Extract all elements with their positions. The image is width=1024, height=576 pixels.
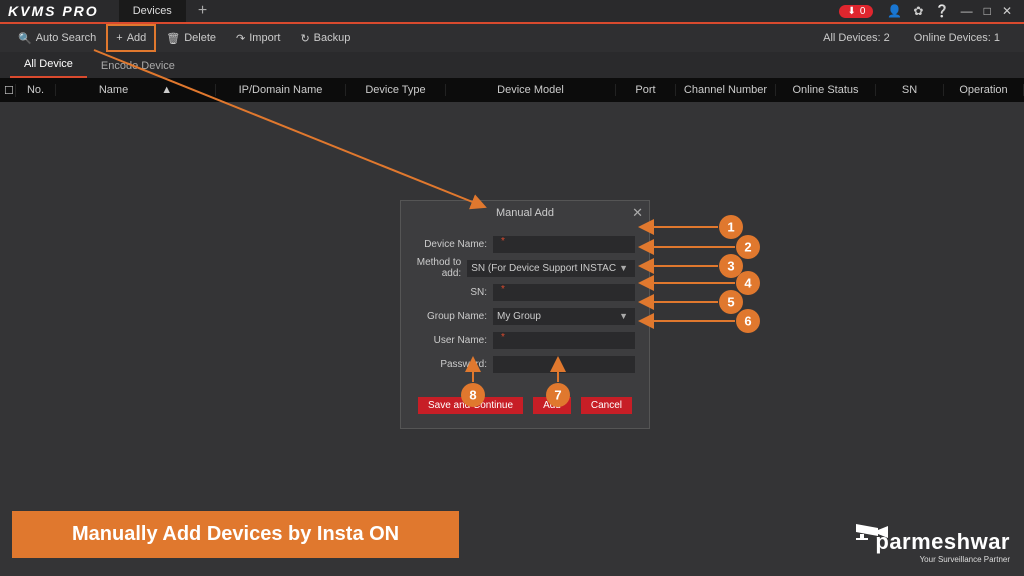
add-button[interactable]: + Add xyxy=(106,24,156,52)
input-device-name[interactable]: * xyxy=(493,236,635,253)
label-username: User Name: xyxy=(415,335,493,346)
auto-search-button[interactable]: 🔍 Auto Search xyxy=(8,24,106,52)
th-name: Name ▲ xyxy=(56,84,216,96)
dialog-body: Device Name: * Method to add: SN (For De… xyxy=(401,225,649,383)
row-password: Password: xyxy=(415,355,635,373)
label-sn: SN: xyxy=(415,287,493,298)
dialog-close-icon[interactable]: ✕ xyxy=(632,205,643,221)
caption-banner: Manually Add Devices by Insta ON xyxy=(12,511,459,558)
window-controls: 👤 ✿ ❔ — □ ✕ xyxy=(883,4,1016,18)
th-ip: IP/Domain Name xyxy=(216,84,346,96)
minimize-icon[interactable]: — xyxy=(961,4,973,18)
row-group: Group Name: My Group ▼ xyxy=(415,307,635,325)
th-checkbox[interactable]: ☐ xyxy=(0,84,16,97)
delete-label: Delete xyxy=(184,32,216,44)
toolbar-stats: All Devices: 2 Online Devices: 1 xyxy=(823,32,1016,44)
help-icon[interactable]: ❔ xyxy=(935,4,950,18)
th-no: No. xyxy=(16,84,56,96)
backup-label: Backup xyxy=(314,32,351,44)
delete-button[interactable]: 🗑 Delete xyxy=(156,24,226,52)
chevron-down-icon: ▼ xyxy=(616,263,631,273)
group-value: My Group xyxy=(497,311,616,322)
titlebar-right: ⬇ 0 👤 ✿ ❔ — □ ✕ xyxy=(839,4,1016,18)
th-sn: SN xyxy=(876,84,944,96)
close-icon[interactable]: ✕ xyxy=(1002,4,1012,18)
import-label: Import xyxy=(249,32,280,44)
manual-add-dialog: Manual Add ✕ Device Name: * Method to ad… xyxy=(400,200,650,429)
table-header: ☐ No. Name ▲ IP/Domain Name Device Type … xyxy=(0,78,1024,102)
titlebar: KVMS PRO Devices + ⬇ 0 👤 ✿ ❔ — □ ✕ xyxy=(0,0,1024,24)
label-group: Group Name: xyxy=(415,311,493,322)
th-status: Online Status xyxy=(776,84,876,96)
row-method: Method to add: SN (For Device Support IN… xyxy=(415,259,635,277)
th-name-text: Name xyxy=(99,84,128,96)
import-button[interactable]: ↷ Import xyxy=(226,24,290,52)
app-logo: KVMS PRO xyxy=(8,3,99,19)
subtab-encode-device[interactable]: Encode Device xyxy=(87,54,189,78)
auto-search-label: Auto Search xyxy=(36,32,97,44)
input-password[interactable] xyxy=(493,356,635,373)
subtab-all-device[interactable]: All Device xyxy=(10,52,87,78)
content-area: Manual Add ✕ Device Name: * Method to ad… xyxy=(0,102,1024,576)
tab-devices[interactable]: Devices xyxy=(119,0,186,22)
save-continue-button[interactable]: Save and Continue xyxy=(418,397,523,414)
label-device-name: Device Name: xyxy=(415,239,493,250)
backup-button[interactable]: ↻ Backup xyxy=(290,24,360,52)
dialog-title: Manual Add xyxy=(496,207,554,219)
add-label: Add xyxy=(127,32,147,44)
watermark: parmeshwar Your Surveillance Partner xyxy=(875,529,1010,564)
row-username: User Name: * xyxy=(415,331,635,349)
row-device-name: Device Name: * xyxy=(415,235,635,253)
th-op: Operation xyxy=(944,84,1024,96)
tab-add-icon[interactable]: + xyxy=(186,2,219,20)
dialog-title-bar: Manual Add ✕ xyxy=(401,201,649,225)
th-type: Device Type xyxy=(346,84,446,96)
search-icon: 🔍 xyxy=(18,32,32,45)
th-channel: Channel Number xyxy=(676,84,776,96)
download-icon: ⬇ xyxy=(847,6,855,17)
subtabs: All Device Encode Device xyxy=(0,52,1024,78)
plus-icon: + xyxy=(116,32,122,44)
user-icon[interactable]: 👤 xyxy=(887,4,902,18)
sort-icon[interactable]: ▲ xyxy=(161,84,172,96)
online-devices-count: Online Devices: 1 xyxy=(914,32,1000,44)
dialog-buttons: Save and Continue Add Cancel xyxy=(401,383,649,428)
trash-icon: 🗑 xyxy=(166,32,180,45)
maximize-icon[interactable]: □ xyxy=(984,4,991,18)
label-password: Password: xyxy=(415,359,493,370)
select-group[interactable]: My Group ▼ xyxy=(493,308,635,325)
download-badge[interactable]: ⬇ 0 xyxy=(839,5,873,18)
gear-icon[interactable]: ✿ xyxy=(913,4,923,18)
chevron-down-icon: ▼ xyxy=(616,311,631,321)
label-method: Method to add: xyxy=(415,257,467,279)
download-count: 0 xyxy=(860,6,866,17)
top-tabs: Devices + xyxy=(119,0,219,22)
add-button-dialog[interactable]: Add xyxy=(533,397,571,414)
th-model: Device Model xyxy=(446,84,616,96)
watermark-tagline: Your Surveillance Partner xyxy=(875,555,1010,564)
input-username[interactable]: * xyxy=(493,332,635,349)
select-method[interactable]: SN (For Device Support INSTAC ▼ xyxy=(467,260,635,277)
backup-icon: ↻ xyxy=(300,32,309,45)
row-sn: SN: * xyxy=(415,283,635,301)
all-devices-count: All Devices: 2 xyxy=(823,32,890,44)
method-value: SN (For Device Support INSTAC xyxy=(471,263,616,274)
toolbar: 🔍 Auto Search + Add 🗑 Delete ↷ Import ↻ … xyxy=(0,24,1024,52)
th-port: Port xyxy=(616,84,676,96)
input-sn[interactable]: * xyxy=(493,284,635,301)
import-icon: ↷ xyxy=(236,32,245,45)
cancel-button[interactable]: Cancel xyxy=(581,397,632,414)
watermark-brand: parmeshwar xyxy=(875,529,1010,555)
